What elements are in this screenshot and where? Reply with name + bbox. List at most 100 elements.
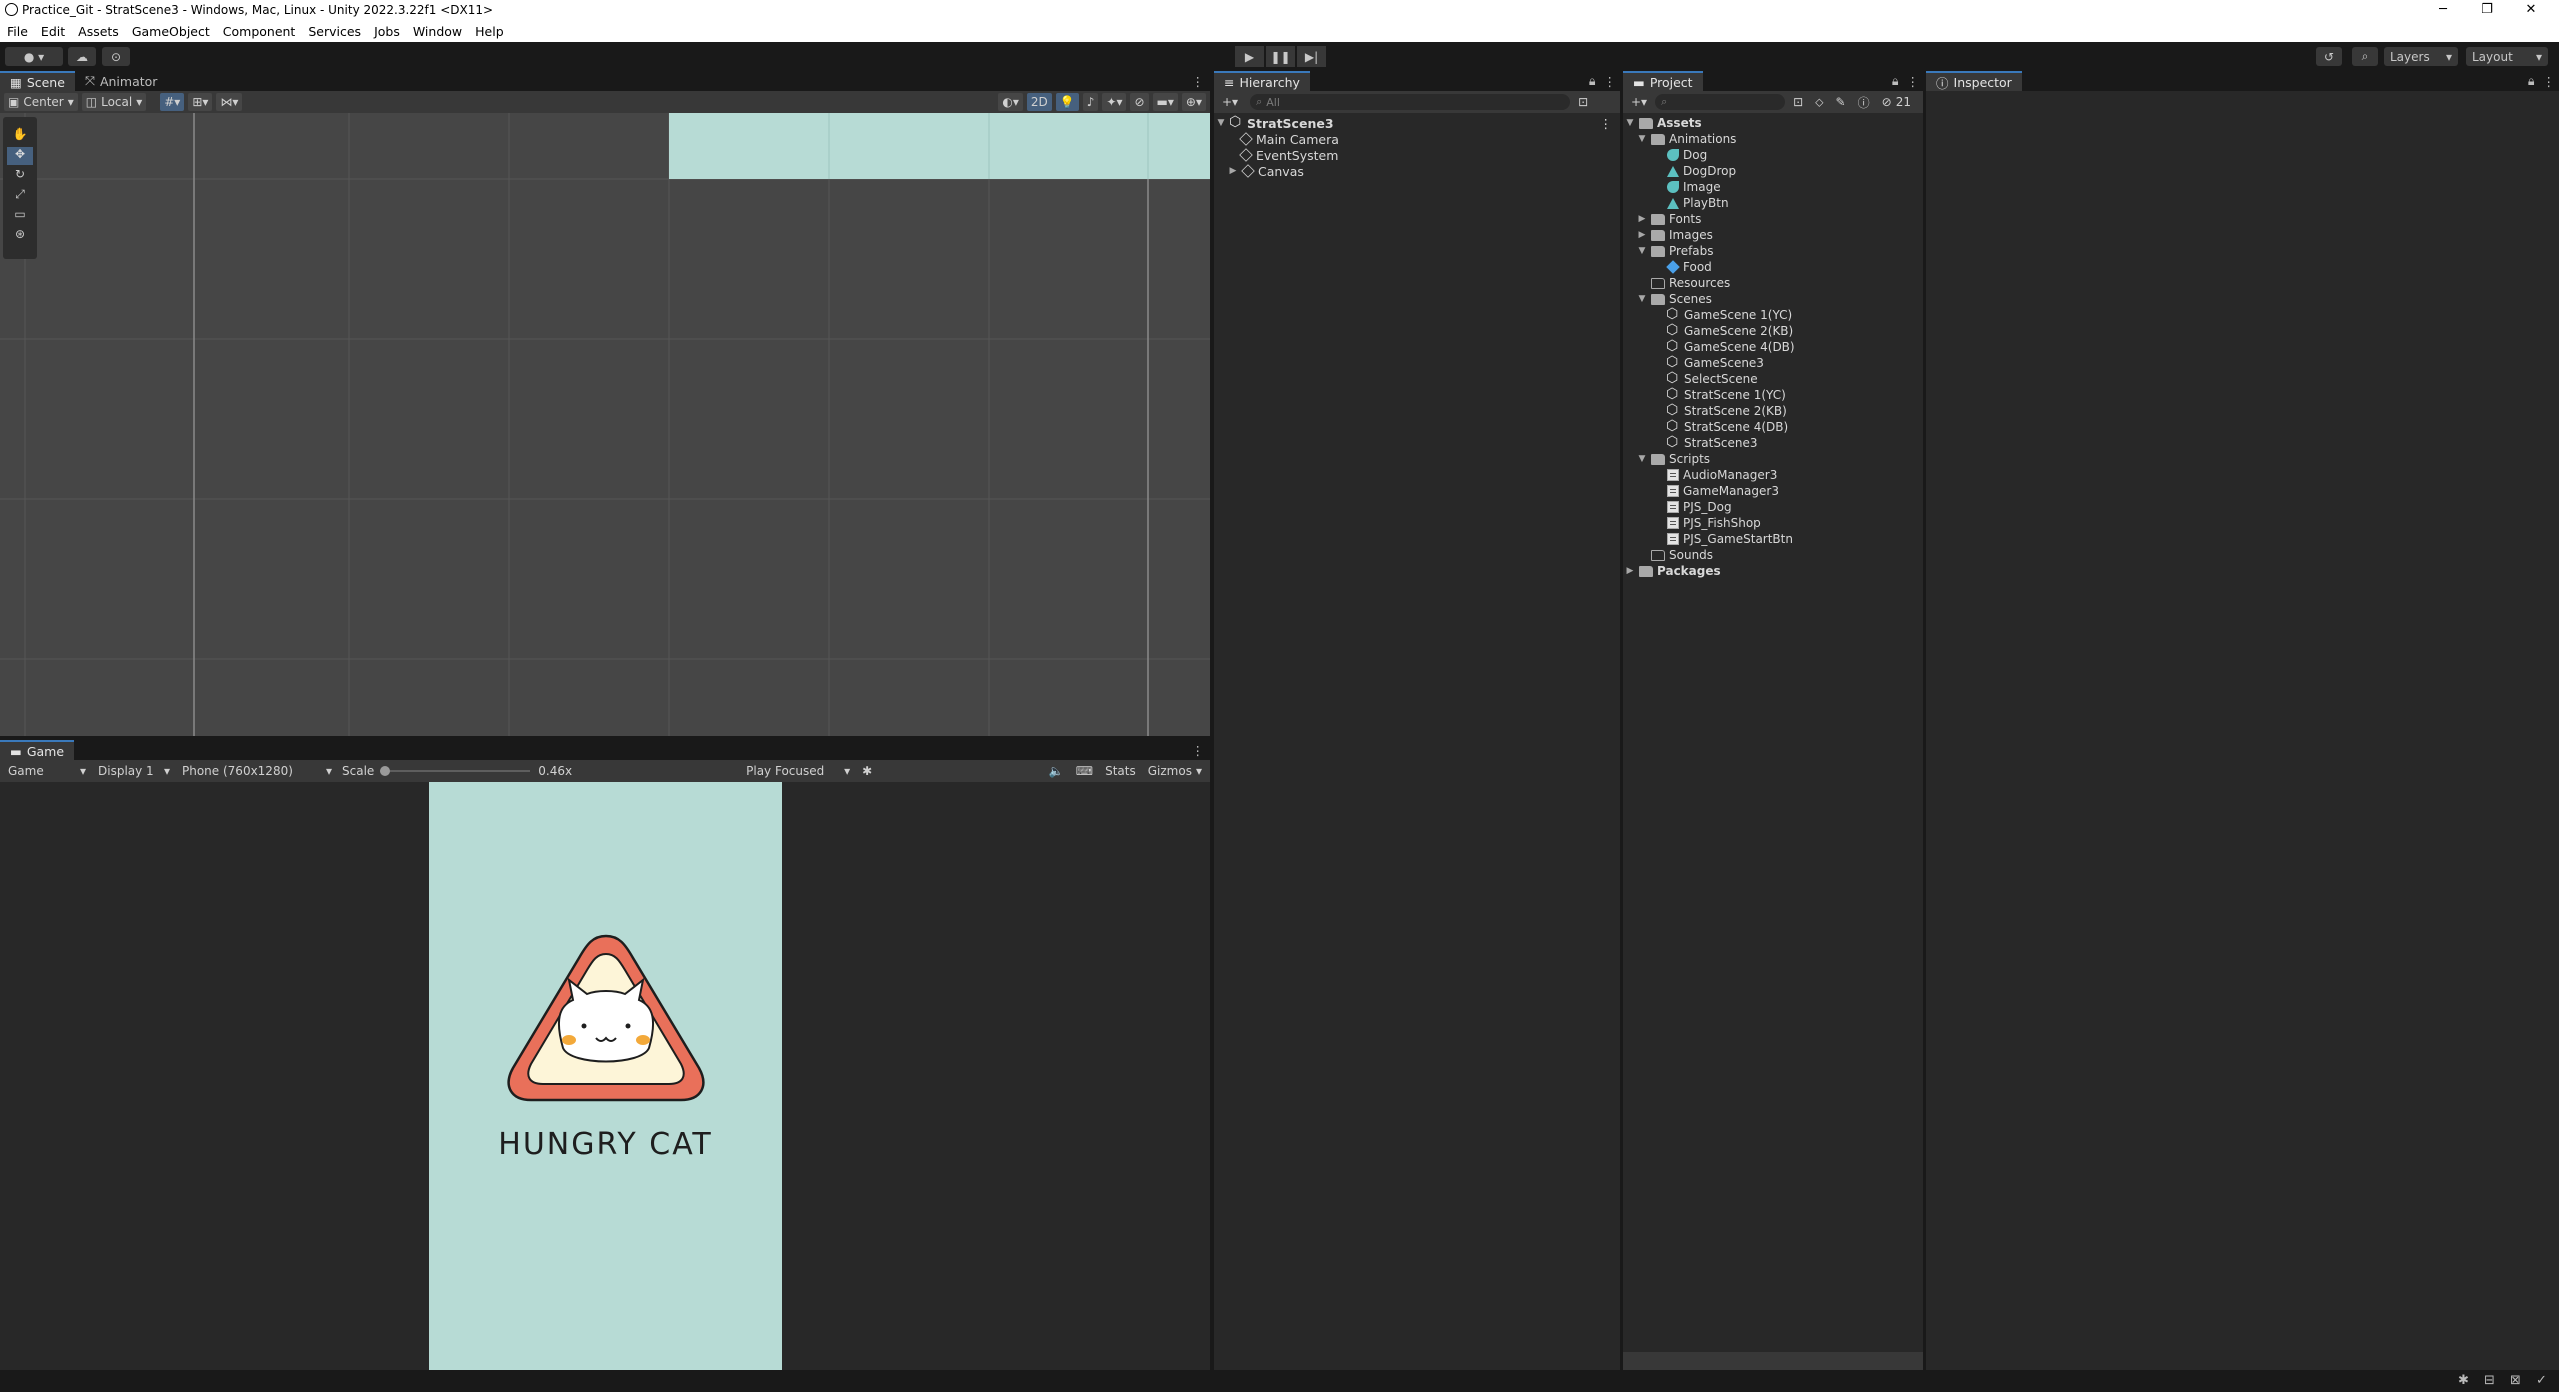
snap-increment-button[interactable]: ⊞▾: [188, 93, 213, 111]
camera-dropdown[interactable]: ▬▾: [1152, 93, 1178, 111]
debug-icon[interactable]: ✱: [2458, 1373, 2469, 1388]
menu-jobs[interactable]: Jobs: [374, 24, 400, 39]
scale-tool[interactable]: ⤢: [7, 187, 33, 205]
search-options-button[interactable]: ⊡: [1574, 93, 1592, 111]
scale-slider[interactable]: [380, 763, 531, 779]
asset-item[interactable]: PJS_GameStartBtn: [1667, 531, 1793, 547]
hierarchy-item[interactable]: EventSystem: [1239, 147, 1338, 163]
play-button[interactable]: ▶: [1235, 46, 1264, 67]
hierarchy-more-button[interactable]: ⋮: [1600, 71, 1621, 91]
folder-images[interactable]: ▶ Images: [1637, 227, 1713, 243]
asset-item[interactable]: StratScene 2(KB): [1666, 402, 1787, 419]
asset-item[interactable]: PlayBtn: [1667, 195, 1729, 211]
create-asset-button[interactable]: +▾: [1627, 93, 1651, 111]
menu-component[interactable]: Component: [223, 24, 296, 39]
hierarchy-item[interactable]: Main Camera: [1239, 131, 1339, 147]
folder-assets[interactable]: ▼ Assets: [1625, 115, 1702, 131]
menu-edit[interactable]: Edit: [41, 24, 65, 39]
minimize-button[interactable]: ─: [2421, 0, 2465, 20]
audio-toggle[interactable]: ♪: [1082, 93, 1099, 111]
hierarchy-scene-row[interactable]: ▼ StratScene3 ⋮: [1216, 114, 1616, 131]
gizmos-toggle[interactable]: Gizmos ▾: [1144, 762, 1206, 780]
visibility-toggle[interactable]: ⊘: [1130, 93, 1149, 111]
project-more-button[interactable]: ⋮: [1903, 71, 1924, 91]
create-button[interactable]: +▾: [1218, 93, 1242, 111]
menu-window[interactable]: Window: [413, 24, 462, 39]
layout-dropdown[interactable]: Layout ▾: [2466, 47, 2548, 66]
favorite-button[interactable]: ✎: [1832, 93, 1850, 111]
tab-hierarchy[interactable]: ≡ Hierarchy: [1214, 71, 1310, 91]
asset-item[interactable]: GameScene3: [1666, 354, 1764, 371]
asset-item[interactable]: Image: [1667, 179, 1721, 195]
folder-sounds[interactable]: Sounds: [1651, 547, 1713, 563]
layers-dropdown[interactable]: Layers ▾: [2384, 47, 2458, 66]
gizmos-dropdown[interactable]: ⊕▾: [1181, 93, 1206, 111]
asset-item[interactable]: GameScene 1(YC): [1666, 306, 1792, 323]
hidden-packages-button[interactable]: ⊘ 21: [1878, 93, 1915, 111]
debug-button[interactable]: ✱: [858, 762, 876, 780]
fx-toggle[interactable]: ✦▾: [1102, 93, 1127, 111]
scene-viewport[interactable]: ✋ ✥ ↻ ⤢ ▭ ⊛: [0, 113, 1210, 736]
tab-game[interactable]: ▬ Game: [0, 740, 75, 760]
pivot-dropdown[interactable]: ▣ Center ▾: [4, 93, 78, 111]
maximize-button[interactable]: ❐: [2465, 0, 2509, 20]
search-by-type-button[interactable]: ⊡: [1789, 93, 1807, 111]
tab-scene[interactable]: ▦ Scene: [0, 71, 75, 91]
folder-animations[interactable]: ▼ Animations: [1637, 131, 1737, 147]
mute-audio-toggle[interactable]: 🔈: [1045, 762, 1068, 780]
account-button[interactable]: ● ▾: [5, 47, 63, 66]
asset-item[interactable]: AudioManager3: [1667, 467, 1777, 483]
close-button[interactable]: ✕: [2509, 0, 2553, 20]
search-by-label-button[interactable]: ⬦: [1811, 93, 1827, 111]
cache-icon[interactable]: ⊠: [2510, 1373, 2521, 1388]
hand-tool[interactable]: ✋: [7, 127, 33, 145]
collab-button[interactable]: ⊙: [102, 47, 130, 66]
search-button[interactable]: ⌕: [2352, 47, 2378, 66]
menu-help[interactable]: Help: [475, 24, 504, 39]
progress-icon[interactable]: ⊟: [2484, 1373, 2495, 1388]
folder-packages[interactable]: ▶ Packages: [1625, 563, 1721, 579]
asset-item[interactable]: DogDrop: [1667, 163, 1736, 179]
step-button[interactable]: ▶|: [1297, 46, 1326, 67]
stats-button[interactable]: Stats: [1101, 762, 1140, 780]
folder-fonts[interactable]: ▶ Fonts: [1637, 211, 1702, 227]
folder-resources[interactable]: Resources: [1651, 275, 1730, 291]
resolution-select[interactable]: Phone (760x1280) ▾: [178, 762, 336, 780]
rotate-tool[interactable]: ↻: [7, 167, 33, 185]
space-dropdown[interactable]: ◫ Local ▾: [81, 93, 147, 111]
asset-item[interactable]: PJS_FishShop: [1667, 515, 1761, 531]
rect-tool[interactable]: ▭: [7, 207, 33, 225]
scene-more-button[interactable]: ⋮: [1186, 71, 1211, 91]
scene-more-icon[interactable]: ⋮: [1600, 116, 1613, 131]
lighting-toggle[interactable]: 💡: [1055, 93, 1079, 111]
lock-button[interactable]: 🔒︎: [1585, 71, 1600, 91]
asset-item[interactable]: GameScene 2(KB): [1666, 322, 1793, 339]
asset-item[interactable]: GameScene 4(DB): [1666, 338, 1795, 355]
menu-gameobject[interactable]: GameObject: [132, 24, 210, 39]
project-search-input[interactable]: ⌕: [1655, 94, 1786, 110]
undo-history-button[interactable]: ↺: [2316, 47, 2342, 66]
lock-button[interactable]: 🔒︎: [1888, 71, 1903, 91]
mode-2d-toggle[interactable]: 2D: [1026, 93, 1052, 111]
draw-mode-button[interactable]: ◐▾: [998, 93, 1023, 111]
align-button[interactable]: ⋈▾: [216, 93, 243, 111]
menu-file[interactable]: File: [7, 24, 28, 39]
pause-button[interactable]: ❚❚: [1266, 46, 1295, 67]
grid-snap-button[interactable]: #▾: [160, 93, 185, 111]
asset-item[interactable]: PJS_Dog: [1667, 499, 1732, 515]
asset-item[interactable]: GameManager3: [1667, 483, 1779, 499]
hierarchy-item[interactable]: ▶ Canvas: [1228, 163, 1304, 179]
tab-animator[interactable]: ⤧ Animator: [75, 71, 168, 91]
info-button[interactable]: ⓘ: [1854, 93, 1874, 111]
tab-project[interactable]: ▬ Project: [1623, 71, 1703, 91]
shortcuts-toggle[interactable]: ⌨: [1072, 762, 1097, 780]
view-select[interactable]: Game ▾: [4, 762, 90, 780]
asset-item[interactable]: StratScene 1(YC): [1666, 386, 1786, 403]
play-mode-select[interactable]: Play Focused ▾: [742, 762, 854, 780]
transform-tool[interactable]: ⊛: [7, 227, 33, 245]
move-tool[interactable]: ✥: [7, 147, 33, 165]
lock-button[interactable]: 🔒︎: [2524, 71, 2539, 91]
scale-slider-thumb[interactable]: [380, 766, 391, 776]
display-select[interactable]: Display 1 ▾: [94, 762, 174, 780]
game-more-button[interactable]: ⋮: [1186, 740, 1211, 760]
